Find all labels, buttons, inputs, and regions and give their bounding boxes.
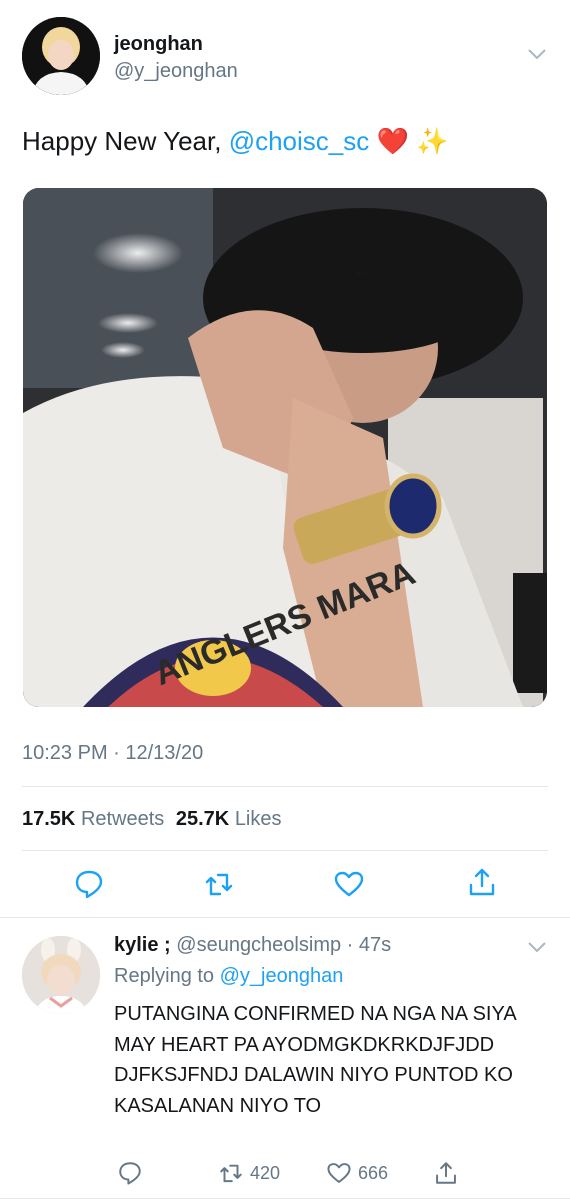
chevron-down-icon[interactable] [526, 939, 548, 955]
heart-emoji: ❤️ [376, 126, 409, 156]
sparkles-emoji: ✨ [416, 126, 449, 156]
divider [0, 917, 570, 918]
reply-icon [119, 1162, 141, 1185]
likes-label[interactable]: Likes [235, 808, 282, 830]
author-handle[interactable]: @y_jeonghan [114, 60, 238, 83]
like-icon [327, 1163, 351, 1183]
tweet-timestamp[interactable]: 10:23 PM · 12/13/20 [22, 742, 203, 765]
reply-like-count: 666 [358, 1162, 389, 1183]
tweet-stats: 17.5K Retweets 25.7K Likes [22, 808, 282, 831]
like-icon[interactable] [333, 868, 365, 900]
reply-share-button[interactable] [433, 1160, 459, 1186]
replying-to: Replying to @y_jeonghan [114, 965, 343, 988]
reply-reply-button[interactable] [117, 1160, 143, 1186]
replying-to-label: Replying to [114, 965, 220, 987]
retweets-label[interactable]: Retweets [81, 808, 164, 830]
divider [22, 786, 548, 787]
reply-retweet-count: 420 [250, 1162, 281, 1183]
divider [22, 850, 548, 851]
mention-link[interactable]: @choisc_sc [229, 126, 370, 156]
likes-count[interactable]: 25.7K [176, 808, 229, 830]
reply-author-handle[interactable]: @seungcheolsimp [176, 934, 341, 956]
retweet-icon[interactable] [203, 868, 235, 900]
chevron-down-icon[interactable] [526, 46, 548, 62]
share-icon [436, 1162, 456, 1184]
author-name[interactable]: jeonghan [114, 33, 203, 56]
replying-to-mention[interactable]: @y_jeonghan [220, 965, 344, 987]
reply-icon[interactable] [73, 868, 105, 900]
reply-author-name[interactable]: kylie ; [114, 934, 171, 956]
reply-retweet-button[interactable]: 420 [218, 1160, 280, 1186]
reply-header: kylie ; @seungcheolsimp · 47s [114, 934, 391, 957]
reply-text: PUTANGINA CONFIRMED NA NGA NA SIYA MAY H… [114, 1003, 516, 1117]
author-avatar[interactable] [22, 17, 100, 95]
reply-age[interactable]: 47s [359, 934, 391, 956]
reply-author-avatar[interactable] [22, 936, 100, 1014]
share-icon[interactable] [466, 866, 498, 898]
reply-like-button[interactable]: 666 [326, 1160, 388, 1186]
divider [0, 1198, 570, 1199]
tweet-text-prefix: Happy New Year, [22, 126, 229, 156]
retweets-count[interactable]: 17.5K [22, 808, 75, 830]
dot-separator: · [341, 934, 359, 956]
tweet-text: Happy New Year, @choisc_sc ❤️ ✨ [22, 125, 448, 157]
retweet-icon [220, 1164, 242, 1183]
tweet-photo[interactable]: ANGLERS MARA [23, 188, 547, 707]
